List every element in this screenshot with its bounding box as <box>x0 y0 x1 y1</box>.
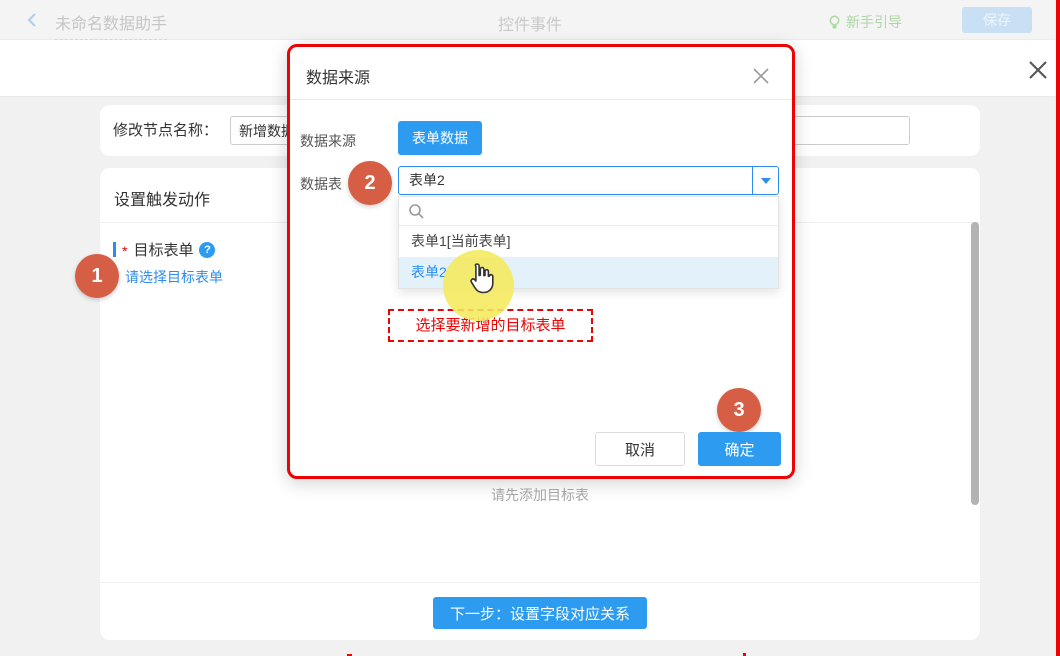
search-icon <box>408 203 425 220</box>
save-button[interactable]: 保存 <box>962 7 1032 33</box>
node-name-label: 修改节点名称： <box>113 105 218 156</box>
lightbulb-icon <box>828 15 841 30</box>
scrollbar-thumb[interactable] <box>971 222 979 505</box>
dropdown-search-input[interactable] <box>431 199 771 223</box>
field-accent-bar <box>113 242 116 257</box>
dropdown-search-row <box>399 197 778 226</box>
dropdown-item-form1[interactable]: 表单1[当前表单] <box>399 226 778 257</box>
step-3-badge: 3 <box>717 388 761 432</box>
hand-cursor-icon <box>466 262 498 296</box>
top-bar: 未命名数据助手 控件事件 新手引导 保存 <box>0 0 1060 40</box>
source-label: 数据来源 <box>300 131 356 151</box>
divider <box>100 582 980 583</box>
cancel-button[interactable]: 取消 <box>595 432 685 466</box>
form-data-button[interactable]: 表单数据 <box>398 121 482 155</box>
select-target-form-link[interactable]: 请选择目标表单 <box>125 267 223 287</box>
guide-label: 新手引导 <box>846 12 902 32</box>
select-value: 表单2 <box>409 167 445 194</box>
panel-close-icon[interactable] <box>1026 58 1050 82</box>
divider <box>290 99 792 100</box>
app-screen: 未命名数据助手 控件事件 新手引导 保存 修改节点名称： 设置触发动作 * 目标… <box>0 0 1060 656</box>
annotation-red-line <box>1056 0 1060 656</box>
next-step-button[interactable]: 下一步：设置字段对应关系 <box>433 597 647 629</box>
dialog-close-icon[interactable] <box>752 67 770 85</box>
target-form-label: 目标表单 <box>133 239 193 260</box>
section-title: 设置触发动作 <box>114 186 210 210</box>
caret-down-icon <box>761 178 771 184</box>
newbie-guide-link[interactable]: 新手引导 <box>828 12 902 32</box>
dialog-title: 数据来源 <box>306 64 370 88</box>
empty-target-hint: 请先添加目标表 <box>100 485 980 505</box>
required-asterisk: * <box>122 243 127 259</box>
target-form-field-header: * 目标表单 ? <box>113 239 215 260</box>
data-table-select[interactable]: 表单2 <box>398 166 779 195</box>
step-2-badge: 2 <box>348 161 392 205</box>
help-question-icon[interactable]: ? <box>199 242 215 258</box>
data-source-dialog: 数据来源 数据来源 表单数据 数据表 表单2 表单1[当前表单] 表单2 <box>287 44 795 479</box>
table-label: 数据表 <box>300 174 342 194</box>
step-1-badge: 1 <box>75 254 119 298</box>
confirm-button[interactable]: 确定 <box>698 432 781 466</box>
select-arrow-zone[interactable] <box>752 167 778 194</box>
